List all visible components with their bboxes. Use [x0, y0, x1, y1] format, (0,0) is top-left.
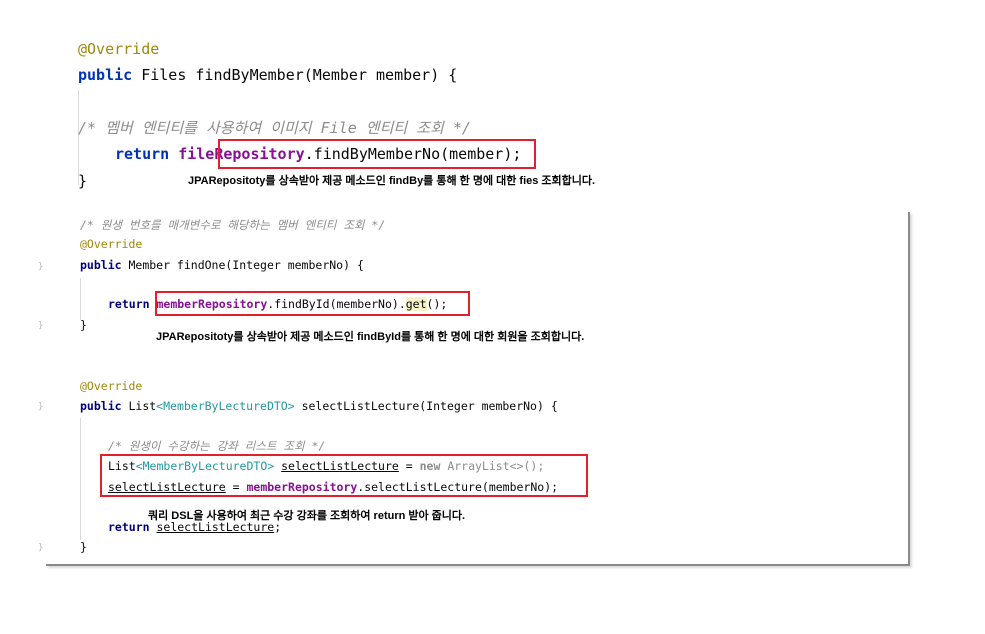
field-prefix: file	[178, 145, 215, 163]
indent-guide	[80, 418, 81, 540]
fold-marker: }	[38, 543, 44, 553]
code-comment: /* 멤버 엔티티를 사용하여 이미지 File 엔티티 조회 */	[78, 119, 471, 137]
fold-marker: }	[38, 262, 44, 272]
highlight-box	[100, 454, 588, 497]
closing-brace: }	[78, 172, 88, 190]
keyword-public: public	[80, 258, 122, 272]
keyword-return: return	[115, 145, 170, 163]
method-signature: public List<MemberByLectureDTO> selectLi…	[80, 399, 558, 413]
indent-guide	[80, 278, 81, 320]
fold-marker: }	[38, 402, 44, 412]
return-statement: return selectListLecture;	[108, 520, 281, 534]
fold-marker: }	[38, 321, 44, 331]
keyword-public: public	[80, 399, 122, 413]
signature-text: selectListLecture(Integer memberNo) {	[294, 399, 558, 413]
override-annotation: @Override	[78, 40, 160, 58]
code-comment: /* 원생이 수강하는 강좌 리스트 조회 */	[108, 439, 326, 453]
code-comment: /* 원생 번호를 매개변수로 해당하는 멤버 엔티티 조회 */	[80, 218, 386, 232]
keyword-return: return	[108, 520, 150, 534]
closing-brace: }	[80, 540, 87, 554]
keyword-public: public	[78, 66, 133, 84]
override-annotation: @Override	[80, 237, 143, 251]
semicolon: ;	[274, 520, 282, 534]
keyword-return: return	[108, 297, 150, 311]
local-variable: selectListLecture	[156, 520, 275, 534]
signature-text: Member findOne(Integer memberNo) {	[121, 258, 364, 272]
generic-type: <MemberByLectureDTO>	[156, 399, 295, 413]
closing-brace: }	[80, 318, 87, 332]
method-signature: public Member findOne(Integer memberNo) …	[80, 258, 364, 272]
highlight-box	[155, 291, 470, 316]
highlight-box	[218, 139, 536, 169]
explanation-note: JPARepositoty를 상속받아 제공 메소드인 findBy를 통해 한…	[188, 175, 596, 187]
explanation-note: JPARepositoty를 상속받아 제공 메소드인 findById를 통해…	[156, 331, 585, 343]
method-signature: public Files findByMember(Member member)…	[78, 66, 457, 84]
override-annotation: @Override	[80, 379, 143, 393]
return-type: List	[121, 399, 157, 413]
signature-text: Files findByMember(Member member) {	[132, 66, 458, 84]
